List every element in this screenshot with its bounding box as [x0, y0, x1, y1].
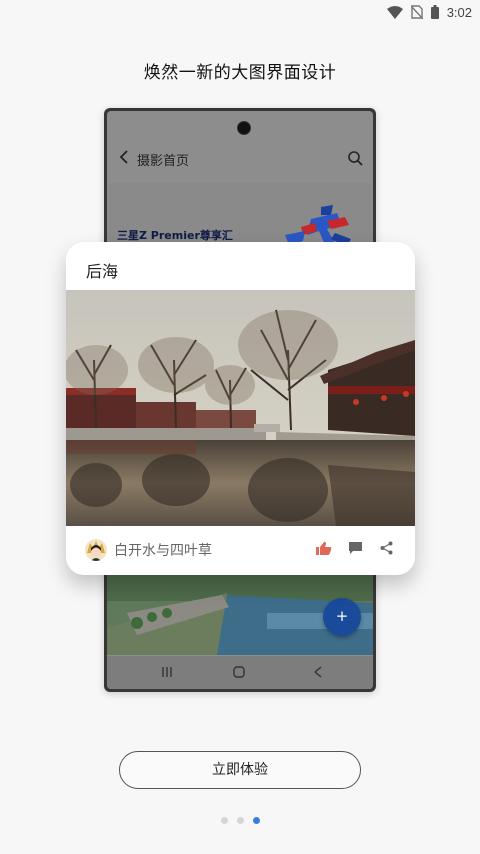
page-indicator — [0, 817, 480, 824]
mock-app-title: 摄影首页 — [137, 154, 190, 169]
mock-banner-text: 三星Z Premier尊享汇 — [117, 229, 233, 242]
back-arrow-icon — [119, 150, 128, 164]
mock-nav-bar — [107, 656, 373, 689]
page-dot-2[interactable] — [236, 817, 244, 824]
wifi-icon — [386, 5, 403, 19]
status-bar: 3:02 — [0, 0, 480, 24]
page-headline: 焕然一新的大图界面设计 — [143, 63, 337, 83]
card-footer: 白开水与四叶草 — [66, 526, 415, 575]
recent-apps-icon — [162, 667, 172, 677]
battery-icon — [430, 5, 439, 19]
search-icon — [348, 151, 363, 166]
card-photo — [66, 290, 415, 526]
author-avatar — [85, 539, 107, 561]
home-icon — [233, 666, 245, 678]
mock-app-header: 摄影首页 — [107, 141, 373, 179]
like-icon[interactable] — [316, 541, 332, 555]
clock: 3:02 — [446, 4, 472, 20]
page-dot-3[interactable] — [252, 817, 260, 824]
nav-back-icon — [313, 666, 322, 678]
photo-card: 后海 白开水与四叶草 — [66, 242, 415, 575]
author-name: 白开水与四叶草 — [114, 543, 212, 559]
share-icon[interactable] — [380, 541, 393, 555]
plus-icon: + — [335, 607, 349, 625]
no-sim-icon — [410, 5, 423, 19]
page-dot-1[interactable] — [220, 817, 228, 824]
try-now-button[interactable]: 立即体验 — [119, 751, 361, 789]
camera-hole — [237, 121, 251, 135]
comment-icon[interactable] — [348, 541, 363, 555]
card-title: 后海 — [86, 262, 119, 281]
add-fab-button: + — [323, 598, 361, 636]
